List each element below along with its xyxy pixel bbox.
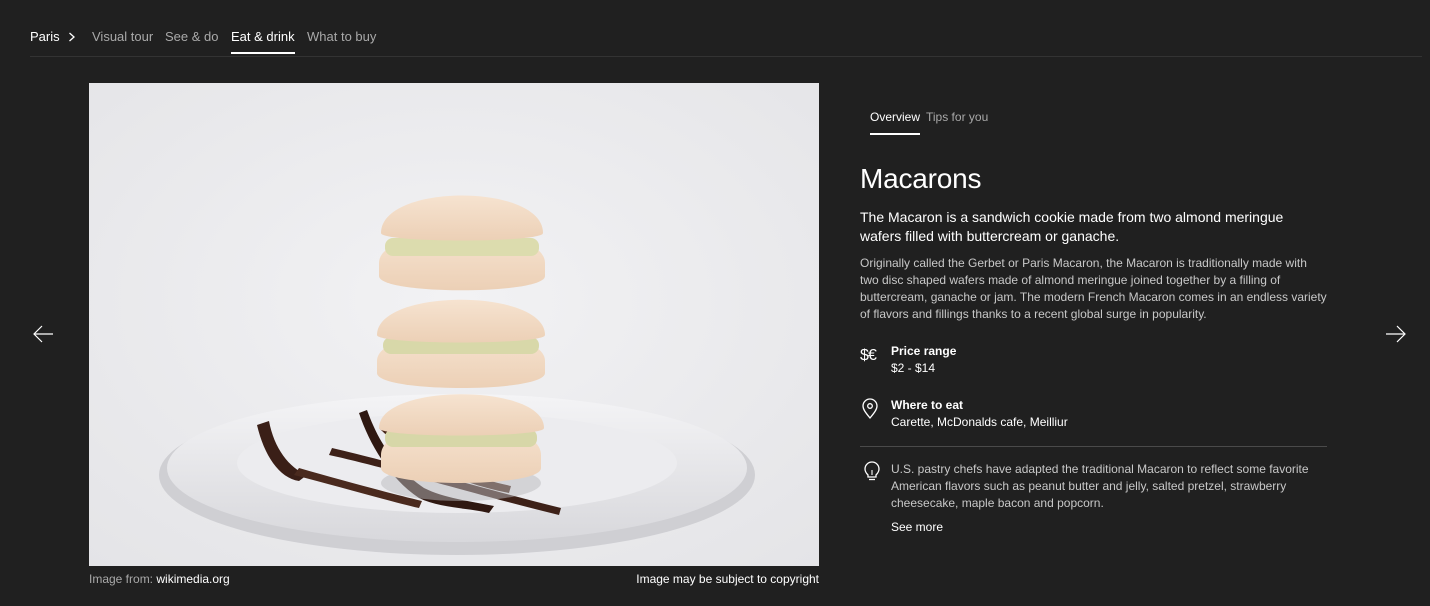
tab-visual-tour[interactable]: Visual tour [92, 29, 153, 44]
item-title: Macarons [860, 163, 982, 194]
tab-what-to-buy[interactable]: What to buy [307, 29, 376, 44]
tab-eat-and-drink-label: Eat & drink [231, 29, 295, 44]
image-source: Image from: wikimedia.org [89, 572, 230, 586]
previous-arrow-icon[interactable] [31, 322, 55, 346]
tab-tips-for-you[interactable]: Tips for you [926, 110, 988, 124]
section-divider [860, 446, 1327, 447]
where-to-eat-label: Where to eat [891, 398, 964, 412]
tab-overview[interactable]: Overview [870, 110, 921, 135]
macaron-photo [89, 83, 819, 566]
top-navigation: Paris Visual tour See & do Eat & drink W… [30, 0, 1422, 57]
image-source-prefix: Image from: [89, 572, 157, 586]
price-range-label: Price range [891, 344, 957, 358]
item-summary: The Macaron is a sandwich cookie made fr… [860, 209, 1284, 244]
active-subtab-underline [870, 133, 921, 135]
breadcrumb-paris[interactable]: Paris [30, 29, 60, 44]
tip-text: U.S. pastry chefs have adapted the tradi… [891, 462, 1309, 510]
active-tab-underline [231, 52, 295, 54]
tab-eat-and-drink[interactable]: Eat & drink [231, 29, 295, 54]
item-description: Originally called the Gerbet or Paris Ma… [860, 256, 1327, 321]
lightbulb-icon [864, 461, 880, 481]
svg-text:€: € [868, 347, 877, 364]
price-range-value: $2 - $14 [891, 361, 936, 375]
next-arrow-icon[interactable] [1384, 322, 1408, 346]
detail-panel: Overview Tips for you Macarons The Macar… [860, 100, 1330, 534]
image-copyright: Image may be subject to copyright [636, 572, 819, 586]
image-source-link[interactable]: wikimedia.org [156, 572, 229, 586]
tab-overview-label: Overview [870, 110, 921, 124]
detail-tabs: Overview Tips for you [860, 100, 1330, 136]
see-more-link[interactable]: See more [891, 520, 943, 534]
chevron-right-icon [69, 32, 75, 42]
tab-see-and-do[interactable]: See & do [165, 29, 219, 44]
currency-icon: $ € [860, 347, 877, 364]
location-pin-icon [862, 398, 878, 420]
where-to-eat-value: Carette, McDonalds cafe, Meilliur [891, 415, 1068, 429]
